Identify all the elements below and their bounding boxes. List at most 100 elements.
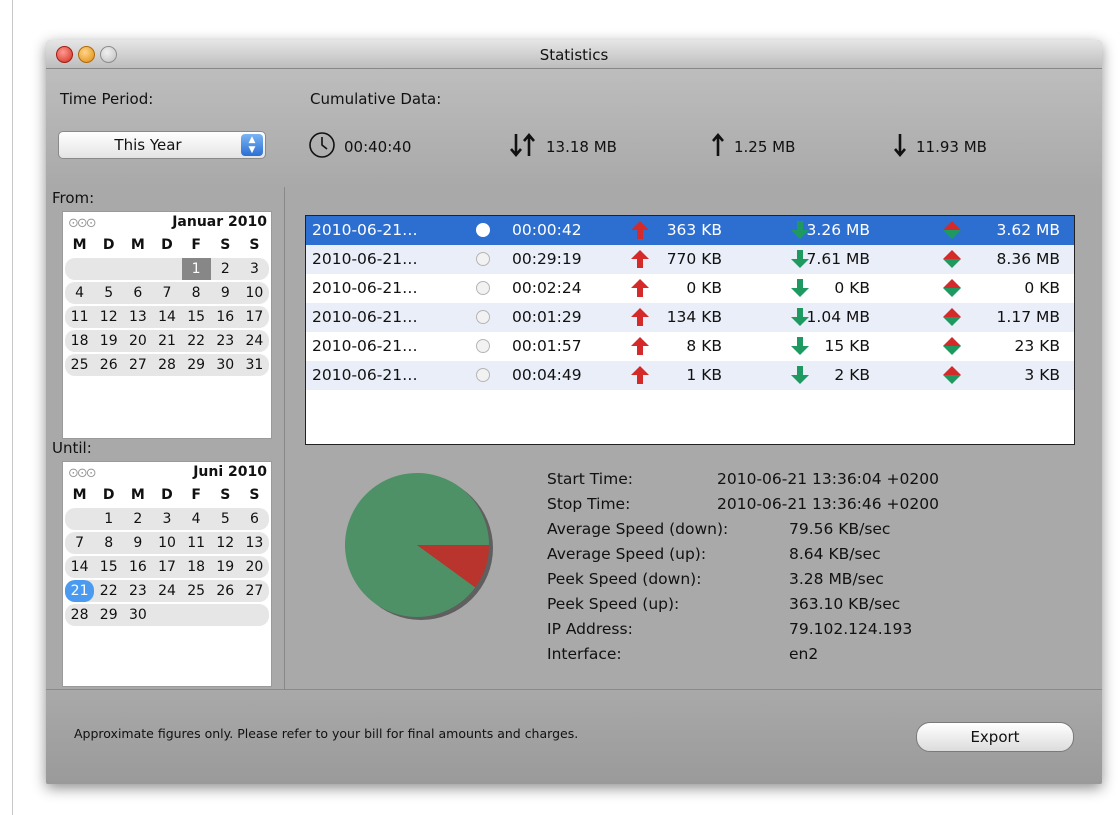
weekday-header: MDMDFSS bbox=[65, 234, 269, 258]
calendar-day[interactable]: 30 bbox=[123, 604, 152, 626]
calendar-day[interactable]: 10 bbox=[240, 282, 269, 304]
calendar-day[interactable]: 27 bbox=[123, 354, 152, 376]
time-period-select[interactable]: This Year ▲ ▼ bbox=[58, 131, 266, 159]
calendar-day[interactable]: 17 bbox=[240, 306, 269, 328]
session-duration: 00:29:19 bbox=[512, 250, 582, 268]
calendar-day[interactable]: 3 bbox=[240, 258, 269, 280]
calendar-day[interactable]: 9 bbox=[211, 282, 240, 304]
calendar-day[interactable]: 14 bbox=[65, 556, 94, 578]
from-label: From: bbox=[52, 189, 95, 207]
weekday-label: M bbox=[130, 487, 145, 503]
calendar-day[interactable]: 11 bbox=[65, 306, 94, 328]
calendar-day[interactable]: 28 bbox=[65, 604, 94, 626]
calendar-nav-icons[interactable]: ⊙⊙⊙ bbox=[68, 216, 97, 231]
main-panel: 2010-06-21… 00:00:42 363 KB 3.26 MB 3.62 MB 2… bbox=[285, 187, 1102, 689]
calendar-day[interactable]: 29 bbox=[94, 604, 123, 626]
calendar-day[interactable]: 23 bbox=[123, 580, 152, 602]
calendar-day bbox=[211, 604, 240, 626]
session-date: 2010-06-21… bbox=[312, 337, 418, 355]
calendar-day[interactable]: 29 bbox=[182, 354, 211, 376]
calendar-day[interactable]: 13 bbox=[123, 306, 152, 328]
calendar-day[interactable]: 8 bbox=[182, 282, 211, 304]
weekday-label: S bbox=[249, 487, 260, 503]
calendar-day[interactable]: 31 bbox=[240, 354, 269, 376]
table-row[interactable]: 2010-06-21… 00:01:29 134 KB 1.04 MB 1.17 MB bbox=[306, 303, 1074, 332]
calendar-day[interactable]: 22 bbox=[182, 330, 211, 352]
interface-label: Interface: bbox=[547, 645, 622, 663]
calendar-day[interactable]: 17 bbox=[152, 556, 181, 578]
calendar-day[interactable]: 2 bbox=[211, 258, 240, 280]
calendar-day[interactable]: 20 bbox=[123, 330, 152, 352]
weekday-label: F bbox=[191, 237, 201, 253]
clock-icon bbox=[476, 223, 490, 237]
calendar-day[interactable]: 23 bbox=[211, 330, 240, 352]
calendar-week: 14 15 16 17 18 19 20 bbox=[65, 556, 269, 578]
table-row[interactable]: 2010-06-21… 00:00:42 363 KB 3.26 MB 3.62 MB bbox=[306, 216, 1074, 245]
table-row[interactable]: 2010-06-21… 00:29:19 770 KB 7.61 MB 8.36 MB bbox=[306, 245, 1074, 274]
cumulative-upload: 1.25 MB bbox=[710, 131, 795, 163]
calendar-day[interactable]: 30 bbox=[211, 354, 240, 376]
session-download: 2 KB bbox=[834, 366, 870, 384]
calendar-day[interactable]: 1 bbox=[181, 258, 211, 280]
calendar-day[interactable]: 19 bbox=[94, 330, 123, 352]
calendar-day[interactable]: 24 bbox=[152, 580, 181, 602]
calendar-day[interactable]: 18 bbox=[65, 330, 94, 352]
calendar-day[interactable]: 25 bbox=[182, 580, 211, 602]
calendar-day[interactable]: 16 bbox=[123, 556, 152, 578]
calendar-day[interactable]: 5 bbox=[211, 508, 240, 530]
page-left-rule bbox=[12, 0, 13, 815]
calendar-day[interactable]: 11 bbox=[182, 532, 211, 554]
calendar-day[interactable]: 15 bbox=[182, 306, 211, 328]
table-row[interactable]: 2010-06-21… 00:01:57 8 KB 15 KB 23 KB bbox=[306, 332, 1074, 361]
calendar-day[interactable]: 2 bbox=[123, 508, 152, 530]
session-total: 0 KB bbox=[1024, 279, 1060, 297]
calendar-day[interactable]: 27 bbox=[240, 580, 269, 602]
calendar-day[interactable]: 24 bbox=[240, 330, 269, 352]
statistics-window: Statistics Time Period: Cumulative Data:… bbox=[46, 40, 1102, 784]
calendar-day[interactable]: 9 bbox=[123, 532, 152, 554]
session-date: 2010-06-21… bbox=[312, 279, 418, 297]
until-calendar[interactable]: ⊙⊙⊙ Juni 2010 M D M D F S S 1 2 3 4 5 6 7 8 9 10 11 12 13 14… bbox=[62, 461, 272, 687]
calendar-day[interactable]: 12 bbox=[94, 306, 123, 328]
calendar-day[interactable]: 19 bbox=[211, 556, 240, 578]
calendar-day[interactable]: 20 bbox=[240, 556, 269, 578]
calendar-day[interactable]: 4 bbox=[65, 282, 94, 304]
title-bar[interactable]: Statistics bbox=[46, 40, 1102, 69]
sessions-table[interactable]: 2010-06-21… 00:00:42 363 KB 3.26 MB 3.62 MB 2… bbox=[305, 215, 1075, 445]
avg-down-label: Average Speed (down): bbox=[547, 520, 729, 538]
table-row[interactable]: 2010-06-21… 00:02:24 0 KB 0 KB 0 KB bbox=[306, 274, 1074, 303]
calendar-day[interactable]: 22 bbox=[94, 580, 123, 602]
calendar-day[interactable]: 6 bbox=[123, 282, 152, 304]
calendar-day[interactable]: 13 bbox=[240, 532, 269, 554]
from-calendar[interactable]: ⊙⊙⊙ Januar 2010 M D M D F S S 1 2 3 4 5 6 7 8 9 10 11 12 13… bbox=[62, 211, 272, 439]
calendar-day[interactable]: 15 bbox=[94, 556, 123, 578]
calendar-day[interactable]: 28 bbox=[152, 354, 181, 376]
calendar-day[interactable]: 6 bbox=[240, 508, 269, 530]
calendar-day[interactable]: 12 bbox=[211, 532, 240, 554]
calendar-day[interactable]: 7 bbox=[152, 282, 181, 304]
session-total: 3.62 MB bbox=[996, 221, 1060, 239]
calendar-day[interactable]: 7 bbox=[65, 532, 94, 554]
weekday-label: D bbox=[161, 237, 173, 253]
clock-icon bbox=[476, 281, 490, 295]
session-date: 2010-06-21… bbox=[312, 308, 418, 326]
calendar-day[interactable]: 3 bbox=[152, 508, 181, 530]
calendar-week: 28 29 30 bbox=[65, 604, 269, 626]
table-row[interactable]: 2010-06-21… 00:04:49 1 KB 2 KB 3 KB bbox=[306, 361, 1074, 390]
calendar-day[interactable]: 21 bbox=[65, 580, 95, 602]
export-button[interactable]: Export bbox=[916, 722, 1074, 752]
calendar-day[interactable]: 25 bbox=[65, 354, 94, 376]
calendar-day[interactable]: 21 bbox=[152, 330, 181, 352]
calendar-nav-icons[interactable]: ⊙⊙⊙ bbox=[68, 466, 97, 481]
calendar-day[interactable]: 26 bbox=[211, 580, 240, 602]
calendar-day[interactable]: 18 bbox=[182, 556, 211, 578]
calendar-day[interactable]: 5 bbox=[94, 282, 123, 304]
calendar-day[interactable]: 26 bbox=[94, 354, 123, 376]
calendar-day[interactable]: 16 bbox=[211, 306, 240, 328]
calendar-day[interactable]: 8 bbox=[94, 532, 123, 554]
calendar-day[interactable]: 4 bbox=[182, 508, 211, 530]
time-period-label: Time Period: bbox=[60, 90, 154, 108]
calendar-day[interactable]: 10 bbox=[152, 532, 181, 554]
calendar-day[interactable]: 14 bbox=[152, 306, 181, 328]
calendar-day[interactable]: 1 bbox=[94, 508, 123, 530]
